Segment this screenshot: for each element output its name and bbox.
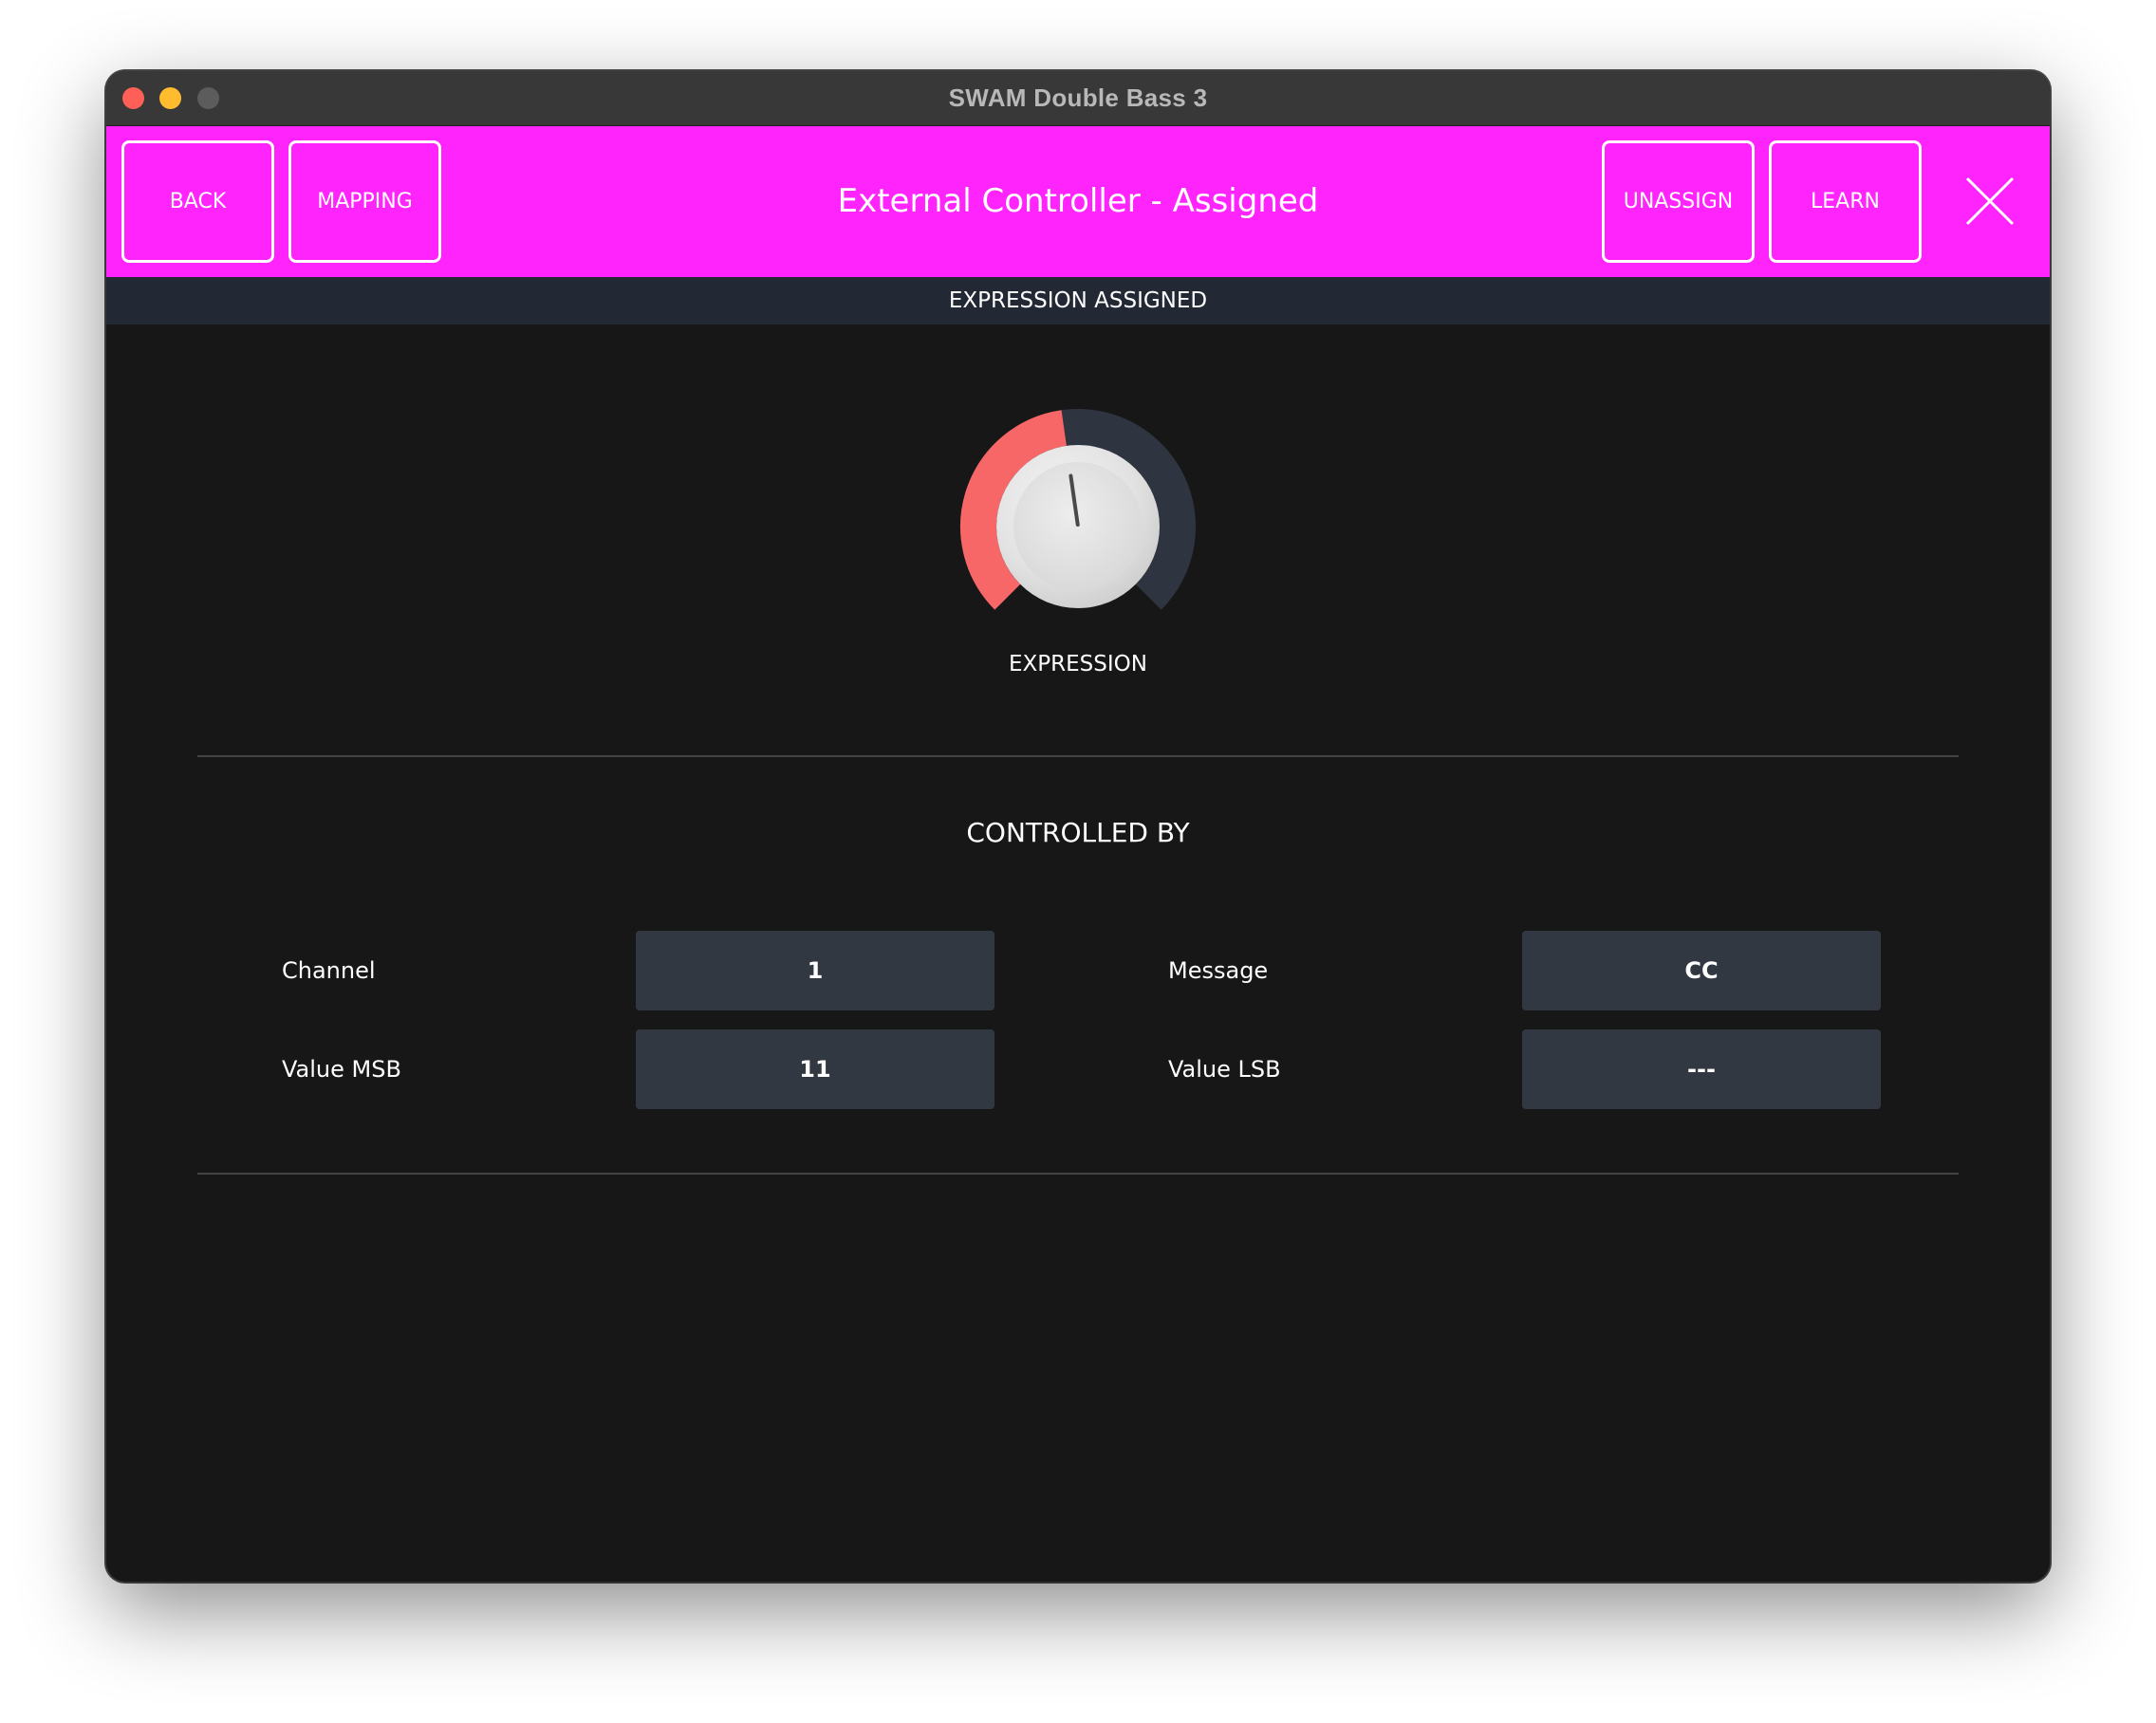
message-label: Message	[1168, 957, 1269, 984]
value-lsb-field[interactable]: ---	[1522, 1029, 1881, 1109]
knob-graphic	[960, 409, 1196, 610]
knob-label: EXPRESSION	[1009, 652, 1147, 676]
divider	[197, 755, 1959, 757]
close-x-icon	[1965, 176, 2015, 226]
value-msb-label: Value MSB	[282, 1056, 401, 1083]
header-bar: External Controller - Assigned BACK MAPP…	[106, 126, 2050, 277]
value-msb-field[interactable]: 11	[636, 1029, 994, 1109]
value-lsb-label: Value LSB	[1168, 1056, 1281, 1083]
message-field[interactable]: CC	[1522, 931, 1881, 1010]
controlled-by-title: CONTROLLED BY	[966, 817, 1190, 848]
title-bar[interactable]: SWAM Double Bass 3	[106, 71, 2050, 126]
expression-knob[interactable]	[955, 403, 1201, 631]
close-button[interactable]	[1964, 176, 2016, 227]
mapping-button[interactable]: MAPPING	[288, 140, 441, 263]
divider	[197, 1173, 1959, 1175]
learn-button[interactable]: LEARN	[1769, 140, 1922, 263]
app-window: SWAM Double Bass 3 External Controller -…	[106, 71, 2050, 1582]
channel-label: Channel	[282, 957, 376, 984]
unassign-button[interactable]: UNASSIGN	[1602, 140, 1755, 263]
back-button[interactable]: BACK	[121, 140, 274, 263]
channel-field[interactable]: 1	[636, 931, 994, 1010]
status-bar: EXPRESSION ASSIGNED	[106, 277, 2050, 324]
window-title: SWAM Double Bass 3	[948, 83, 1208, 112]
